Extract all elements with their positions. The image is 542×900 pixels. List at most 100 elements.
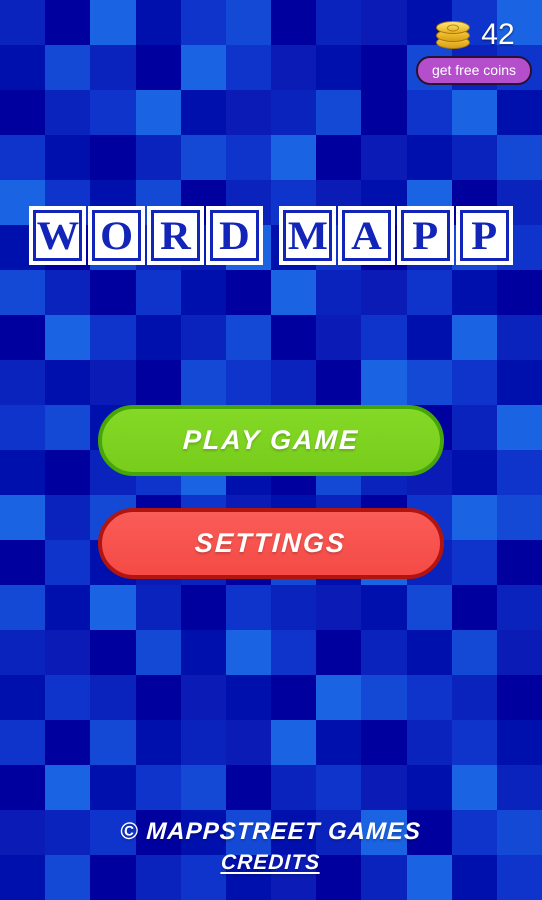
- mosaic-cell: [225, 0, 271, 45]
- mosaic-cell: [451, 720, 497, 765]
- mosaic-cell: [361, 0, 407, 45]
- mosaic-cell: [406, 585, 452, 630]
- mosaic-cell: [90, 765, 136, 810]
- logo-letter-glyph: M: [287, 212, 328, 258]
- mosaic-cell: [135, 720, 181, 765]
- mosaic-cell: [0, 540, 46, 585]
- mosaic-cell: [0, 630, 46, 675]
- mosaic-cell: [451, 405, 497, 450]
- mosaic-cell: [135, 315, 181, 360]
- play-game-button[interactable]: PLAY GAME: [98, 405, 444, 476]
- logo-letter-glyph: A: [351, 212, 382, 258]
- mosaic-cell: [0, 90, 46, 135]
- mosaic-cell: [361, 765, 407, 810]
- mosaic-cell: [451, 135, 497, 180]
- mosaic-cell: [451, 765, 497, 810]
- mosaic-cell: [90, 270, 136, 315]
- mosaic-cell: [451, 450, 497, 495]
- mosaic-cell: [0, 585, 46, 630]
- get-free-coins-button[interactable]: get free coins: [415, 56, 532, 85]
- mosaic-cell: [361, 360, 407, 405]
- mosaic-cell: [180, 585, 226, 630]
- mosaic-cell: [90, 45, 136, 90]
- mosaic-cell: [496, 495, 542, 540]
- logo-tile-frame: M: [283, 210, 332, 261]
- mosaic-cell: [225, 90, 271, 135]
- mosaic-cell: [406, 360, 452, 405]
- play-game-label: PLAY GAME: [182, 425, 360, 455]
- mosaic-cell: [180, 90, 226, 135]
- mosaic-cell: [0, 360, 46, 405]
- mosaic-cell: [361, 270, 407, 315]
- mosaic-cell: [45, 540, 91, 585]
- mosaic-cell: [406, 675, 452, 720]
- mosaic-cell: [45, 765, 91, 810]
- logo-letter-glyph: P: [412, 212, 439, 258]
- mosaic-cell: [0, 495, 46, 540]
- mosaic-cell: [225, 675, 271, 720]
- mosaic-cell: [406, 630, 452, 675]
- mosaic-cell: [496, 720, 542, 765]
- mosaic-cell: [45, 270, 91, 315]
- mosaic-cell: [271, 765, 317, 810]
- mosaic-cell: [451, 630, 497, 675]
- mosaic-cell: [316, 45, 362, 90]
- logo-letter-tile: P: [456, 206, 513, 265]
- mosaic-cell: [496, 315, 542, 360]
- logo-letter-tile: M: [279, 206, 336, 265]
- mosaic-cell: [0, 765, 46, 810]
- mosaic-cell: [406, 315, 452, 360]
- mosaic-cell: [135, 585, 181, 630]
- mosaic-cell: [45, 135, 91, 180]
- logo-tile-frame: P: [401, 210, 450, 261]
- mosaic-cell: [496, 630, 542, 675]
- coin-stack-icon: [433, 18, 475, 52]
- mosaic-cell: [361, 675, 407, 720]
- mosaic-cell: [180, 360, 226, 405]
- mosaic-cell: [451, 495, 497, 540]
- mosaic-cell: [271, 90, 317, 135]
- mosaic-cell: [271, 630, 317, 675]
- mosaic-cell: [451, 270, 497, 315]
- mosaic-cell: [135, 45, 181, 90]
- mosaic-cell: [225, 765, 271, 810]
- logo-letter-glyph: O: [100, 212, 133, 258]
- mosaic-cell: [135, 135, 181, 180]
- copyright-label: © MAPPSTREET GAMES: [119, 818, 423, 845]
- mosaic-cell: [180, 315, 226, 360]
- logo-word: MAPP: [278, 206, 514, 265]
- mosaic-cell: [90, 90, 136, 135]
- mosaic-cell: [225, 135, 271, 180]
- logo-letter-tile: D: [206, 206, 263, 265]
- logo-letter-tile: R: [147, 206, 204, 265]
- mosaic-cell: [361, 90, 407, 135]
- mosaic-cell: [90, 315, 136, 360]
- mosaic-cell: [496, 90, 542, 135]
- mosaic-cell: [0, 45, 46, 90]
- mosaic-cell: [496, 405, 542, 450]
- mosaic-cell: [90, 720, 136, 765]
- mosaic-cell: [180, 135, 226, 180]
- mosaic-cell: [45, 405, 91, 450]
- mosaic-cell: [271, 675, 317, 720]
- mosaic-cell: [225, 720, 271, 765]
- mosaic-cell: [0, 720, 46, 765]
- logo-tile-frame: O: [92, 210, 141, 261]
- mosaic-cell: [135, 630, 181, 675]
- mosaic-cell: [316, 90, 362, 135]
- logo-letter-glyph: D: [219, 212, 250, 258]
- mosaic-cell: [135, 360, 181, 405]
- logo-tile-frame: A: [342, 210, 391, 261]
- mosaic-cell: [406, 135, 452, 180]
- logo-tile-frame: W: [33, 210, 82, 261]
- logo-word: WORD: [28, 206, 264, 265]
- mosaic-cell: [316, 270, 362, 315]
- mosaic-cell: [45, 90, 91, 135]
- mosaic-cell: [0, 0, 46, 45]
- logo-letter-tile: O: [88, 206, 145, 265]
- mosaic-cell: [316, 315, 362, 360]
- logo-letter-glyph: W: [36, 212, 79, 258]
- settings-button[interactable]: SETTINGS: [98, 508, 444, 579]
- mosaic-cell: [135, 90, 181, 135]
- credits-link[interactable]: CREDITS: [221, 851, 321, 874]
